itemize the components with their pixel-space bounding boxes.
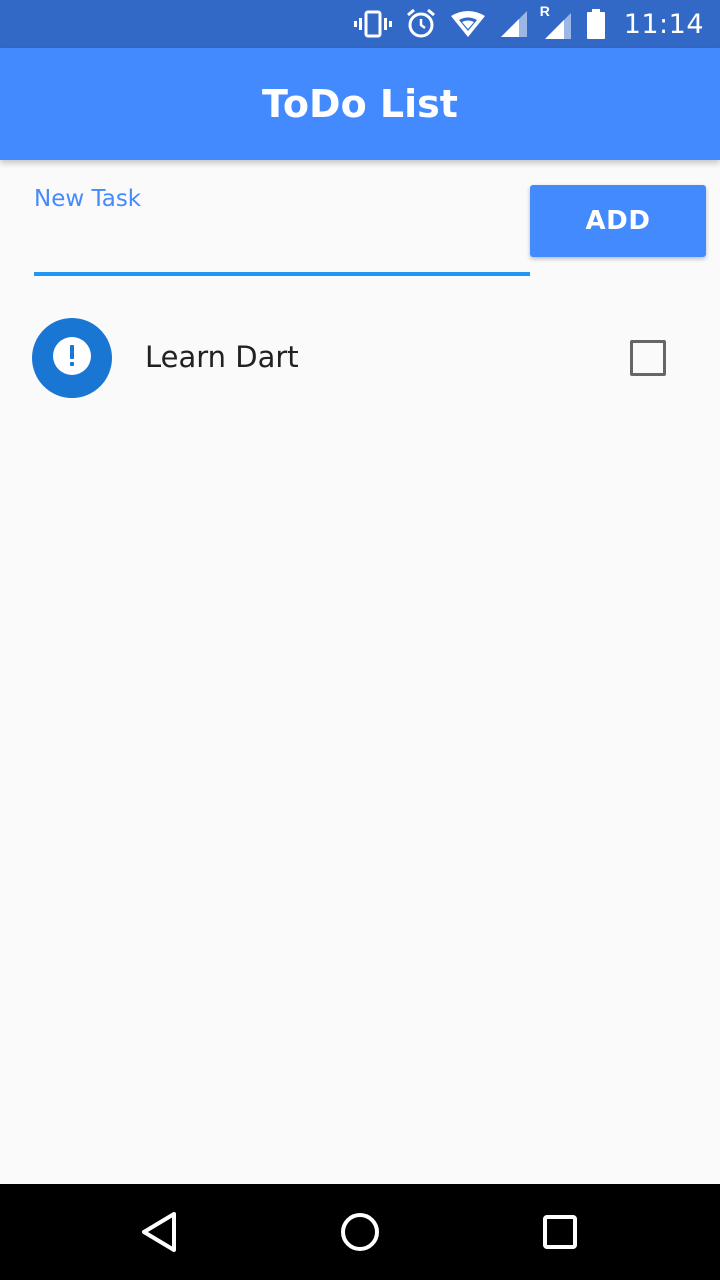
status-bar: R 11:14: [0, 0, 720, 48]
add-button[interactable]: ADD: [530, 185, 706, 257]
roaming-signal-icon: R: [540, 3, 572, 39]
nav-bar: [0, 1184, 720, 1280]
home-icon: [336, 1213, 384, 1260]
alarm-icon: [406, 9, 436, 39]
new-task-field: New Task: [34, 184, 530, 284]
wifi-icon: [450, 10, 486, 38]
status-icons: R: [353, 3, 606, 39]
back-icon: [136, 1212, 184, 1260]
list-item[interactable]: Learn Dart: [0, 300, 720, 416]
app-bar: ToDo List: [0, 48, 720, 160]
new-task-label: New Task: [34, 186, 142, 212]
task-list: Learn Dart: [0, 300, 720, 416]
cell-signal-icon: [500, 10, 528, 38]
home-button[interactable]: [336, 1208, 384, 1256]
battery-icon: [586, 9, 606, 39]
back-button[interactable]: [136, 1208, 184, 1256]
task-avatar: [32, 318, 112, 398]
page-title: ToDo List: [262, 82, 458, 126]
priority-alert-icon: [52, 336, 92, 381]
vibrate-icon: [353, 10, 392, 38]
status-time: 11:14: [623, 8, 704, 40]
task-text: Learn Dart: [145, 340, 299, 374]
recent-apps-icon: [536, 1215, 584, 1260]
task-checkbox[interactable]: [630, 340, 666, 376]
roaming-label: R: [539, 3, 550, 19]
recent-apps-button[interactable]: [536, 1208, 584, 1256]
new-task-input[interactable]: [34, 224, 530, 276]
